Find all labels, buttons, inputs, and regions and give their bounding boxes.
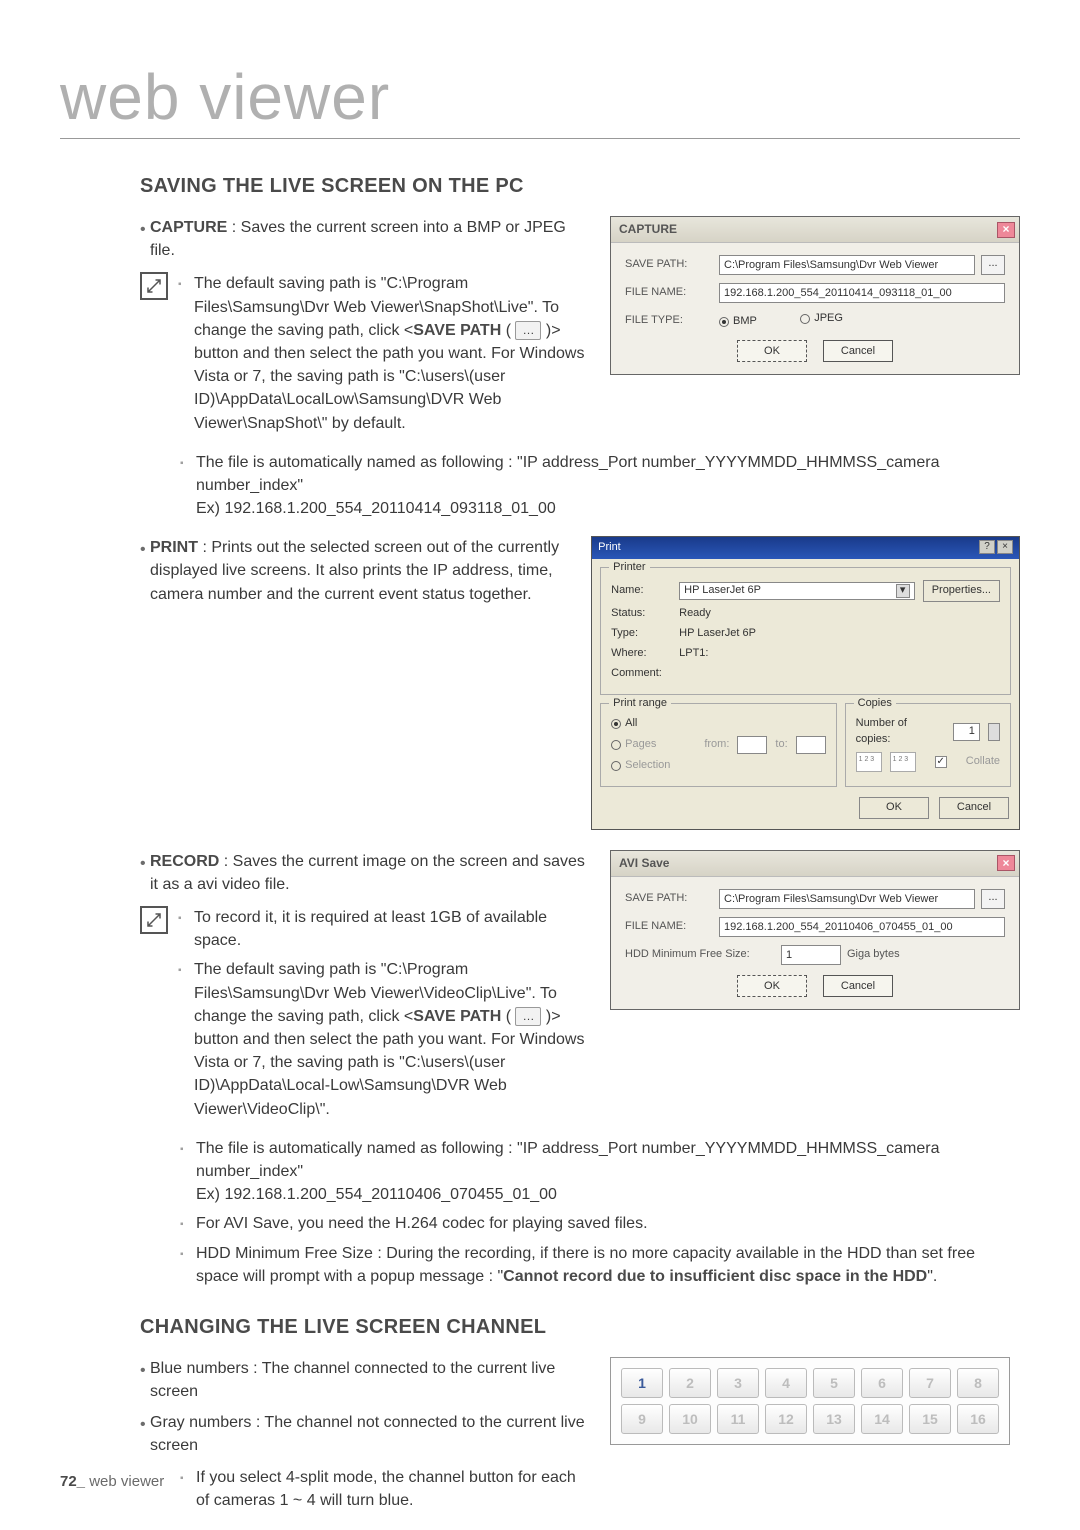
label-print: PRINT	[150, 539, 198, 556]
legend-printer: Printer	[609, 560, 649, 576]
input-avi-save-path[interactable]: C:\Program Files\Samsung\Dvr Web Viewer	[719, 889, 975, 909]
close-icon[interactable]: ×	[997, 855, 1015, 871]
capture-dialog: CAPTURE × SAVE PATH: C:\Program Files\Sa…	[610, 216, 1020, 375]
value-where: LPT1:	[679, 646, 708, 662]
browse-button[interactable]: ...	[981, 255, 1005, 275]
spinner-icon[interactable]	[988, 723, 1000, 741]
bullet-capture: CAPTURE : Saves the current screen into …	[140, 216, 590, 262]
note-icon	[140, 906, 168, 934]
bullet-record: RECORD : Saves the current image on the …	[140, 850, 590, 896]
radio-all[interactable]: All	[611, 716, 826, 732]
avi-cancel-button[interactable]: Cancel	[823, 975, 893, 997]
capture-ok-button[interactable]: OK	[737, 340, 807, 362]
label-avi-file-name: FILE NAME:	[625, 919, 713, 935]
label-avi-save-path: SAVE PATH:	[625, 891, 713, 907]
channel-button-16[interactable]: 16	[957, 1404, 999, 1434]
input-avi-file-name[interactable]: 192.168.1.200_554_20110406_070455_01_00	[719, 917, 1005, 937]
legend-copies: Copies	[854, 696, 896, 712]
note-icon	[140, 272, 168, 300]
close-icon[interactable]: ×	[997, 540, 1013, 554]
label-file-name: FILE NAME:	[625, 285, 713, 301]
rec-note-1: To record it, it is required at least 1G…	[194, 906, 590, 952]
label-file-type: FILE TYPE:	[625, 313, 713, 329]
channel-button-3[interactable]: 3	[717, 1368, 759, 1398]
heading-saving: SAVING THE LIVE SCREEN ON THE PC	[140, 175, 1020, 198]
label-printer-name: Name:	[611, 583, 671, 599]
chevron-down-icon: ▾	[896, 584, 910, 598]
print-dialog-title: Print	[598, 540, 621, 556]
channel-button-8[interactable]: 8	[957, 1368, 999, 1398]
rec-note-2: The default saving path is "C:\Program F…	[194, 958, 590, 1120]
channel-button-12[interactable]: 12	[765, 1404, 807, 1434]
select-printer[interactable]: HP LaserJet 6P ▾	[679, 582, 915, 600]
channel-button-13[interactable]: 13	[813, 1404, 855, 1434]
rec-note-5: HDD Minimum Free Size : During the recor…	[196, 1242, 1020, 1288]
input-hdd-min[interactable]: 1	[781, 945, 841, 965]
avi-ok-button[interactable]: OK	[737, 975, 807, 997]
rec-note-3: The file is automatically named as follo…	[196, 1137, 1020, 1207]
collate-preview-icon	[890, 752, 916, 772]
properties-button[interactable]: Properties...	[923, 580, 1000, 602]
legend-range: Print range	[609, 696, 671, 712]
channel-button-4[interactable]: 4	[765, 1368, 807, 1398]
label-type: Type:	[611, 626, 671, 642]
label-record: RECORD	[150, 853, 219, 870]
value-status: Ready	[679, 606, 711, 622]
bullet-print: PRINT : Prints out the selected screen o…	[140, 536, 571, 606]
print-dialog: Print ? × Printer Name: HP LaserJet 6P ▾	[591, 536, 1020, 829]
channel-button-10[interactable]: 10	[669, 1404, 711, 1434]
label-where: Where:	[611, 646, 671, 662]
channel-button-9[interactable]: 9	[621, 1404, 663, 1434]
input-file-name[interactable]: 192.168.1.200_554_20110414_093118_01_00	[719, 283, 1005, 303]
close-icon[interactable]: ×	[997, 222, 1015, 238]
avi-dialog-title: AVI Save	[619, 855, 669, 872]
print-ok-button[interactable]: OK	[859, 797, 929, 819]
page-footer: 72_ web viewer	[60, 1473, 164, 1490]
note-file-naming: The file is automatically named as follo…	[196, 451, 1020, 521]
label-save-path: SAVE PATH:	[625, 257, 713, 273]
inline-browse-btn: …	[515, 1007, 541, 1026]
value-type: HP LaserJet 6P	[679, 626, 756, 642]
channel-button-15[interactable]: 15	[909, 1404, 951, 1434]
label-collate: Collate	[966, 754, 1000, 770]
label-status: Status:	[611, 606, 671, 622]
print-cancel-button[interactable]: Cancel	[939, 797, 1009, 819]
note-4split: If you select 4-split mode, the channel …	[196, 1466, 590, 1512]
heading-changing: CHANGING THE LIVE SCREEN CHANNEL	[140, 1316, 1020, 1339]
browse-button[interactable]: ...	[981, 889, 1005, 909]
channel-button-7[interactable]: 7	[909, 1368, 951, 1398]
label-hdd-unit: Giga bytes	[847, 947, 900, 963]
capture-dialog-title: CAPTURE	[619, 221, 677, 238]
checkbox-collate[interactable]	[935, 756, 947, 768]
inline-browse-btn: …	[515, 321, 541, 340]
radio-bmp[interactable]: BMP	[719, 314, 757, 330]
channel-grid: 12345678910111213141516	[610, 1357, 1010, 1445]
radio-pages: Pages from: to:	[611, 736, 826, 754]
page-title: web viewer	[60, 60, 1020, 139]
bullet-blue-nums: Blue numbers : The channel connected to …	[140, 1357, 590, 1403]
channel-button-6[interactable]: 6	[861, 1368, 903, 1398]
avi-save-dialog: AVI Save × SAVE PATH: C:\Program Files\S…	[610, 850, 1020, 1010]
label-capture: CAPTURE	[150, 219, 227, 236]
channel-button-14[interactable]: 14	[861, 1404, 903, 1434]
bullet-gray-nums: Gray numbers : The channel not connected…	[140, 1411, 590, 1457]
collate-preview-icon	[856, 752, 882, 772]
label-comment: Comment:	[611, 666, 671, 682]
input-copies[interactable]: 1	[953, 723, 980, 741]
channel-button-11[interactable]: 11	[717, 1404, 759, 1434]
radio-selection: Selection	[611, 758, 826, 774]
channel-button-5[interactable]: 5	[813, 1368, 855, 1398]
radio-jpeg[interactable]: JPEG	[800, 311, 843, 327]
rec-note-4: For AVI Save, you need the H.264 codec f…	[196, 1212, 1020, 1235]
label-copies: Number of copies:	[856, 716, 931, 748]
capture-cancel-button[interactable]: Cancel	[823, 340, 893, 362]
channel-button-1[interactable]: 1	[621, 1368, 663, 1398]
label-hdd-min: HDD Minimum Free Size:	[625, 947, 775, 963]
channel-button-2[interactable]: 2	[669, 1368, 711, 1398]
input-save-path[interactable]: C:\Program Files\Samsung\Dvr Web Viewer	[719, 255, 975, 275]
desc-print: : Prints out the selected screen out of …	[150, 539, 559, 602]
help-icon[interactable]: ?	[979, 540, 995, 554]
note-save-path: The default saving path is "C:\Program F…	[194, 272, 590, 434]
